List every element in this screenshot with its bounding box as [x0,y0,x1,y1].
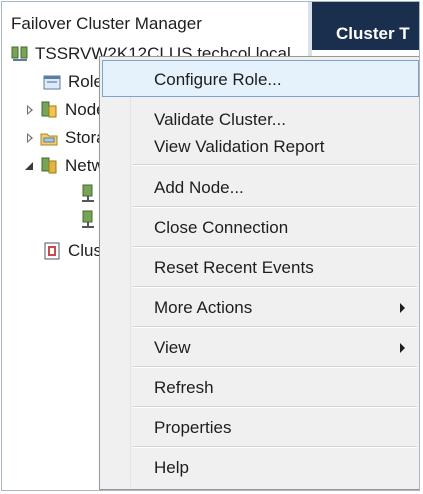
menu-separator [133,206,417,208]
menu-separator [133,326,417,328]
cluster-icon [11,45,29,63]
menu-item-add-node[interactable]: Add Node... [102,168,419,205]
menu-separator [133,164,417,166]
menu-separator [133,286,417,288]
menu-item-reset-recent-events[interactable]: Reset Recent Events [102,248,419,285]
menu-separator [133,366,417,368]
context-menu: Configure Role... Validate Cluster... Vi… [99,56,419,490]
network-node-icon[interactable] [80,210,96,230]
expand-icon[interactable] [24,132,36,144]
menu-item-view-validation-report[interactable]: View Validation Report [102,127,419,164]
menu-item-label: Reset Recent Events [154,258,314,277]
submenu-arrow-icon [400,343,405,353]
menu-item-label: Properties [154,418,232,437]
collapse-icon[interactable] [24,160,36,172]
expand-icon[interactable] [24,104,36,116]
menu-item-label: More Actions [154,298,253,317]
networks-icon [39,156,59,176]
menu-item-properties[interactable]: Properties [102,408,419,445]
menu-item-view[interactable]: View [102,328,419,365]
right-pane-title: Cluster T [336,24,410,43]
storage-icon [39,128,59,148]
menu-item-label: View Validation Report [154,137,325,156]
menu-item-label: Help [154,458,189,477]
menu-separator [133,246,417,248]
menu-item-label: Configure Role... [154,70,282,89]
menu-item-more-actions[interactable]: More Actions [102,288,419,325]
roles-icon [42,72,62,92]
menu-item-close-connection[interactable]: Close Connection [102,208,419,245]
cluster-events-icon [42,241,62,261]
network-node-icon[interactable] [80,184,96,204]
menu-item-label: Add Node... [154,178,244,197]
menu-item-label: Refresh [154,378,214,397]
nodes-icon [39,100,59,120]
menu-item-label: View [154,338,191,357]
menu-separator [133,446,417,448]
menu-item-help[interactable]: Help [102,448,419,485]
submenu-arrow-icon [400,303,405,313]
menu-item-refresh[interactable]: Refresh [102,368,419,405]
mmc-window: Failover Cluster Manager TSSRVW2K12CLUS.… [1,1,420,491]
tree-root-failover-cluster-manager[interactable]: Failover Cluster Manager [11,14,202,34]
menu-item-configure-role[interactable]: Configure Role... [102,60,419,97]
menu-item-label: Close Connection [154,218,289,237]
menu-separator [133,406,417,408]
right-pane-header: Cluster T [312,2,419,50]
